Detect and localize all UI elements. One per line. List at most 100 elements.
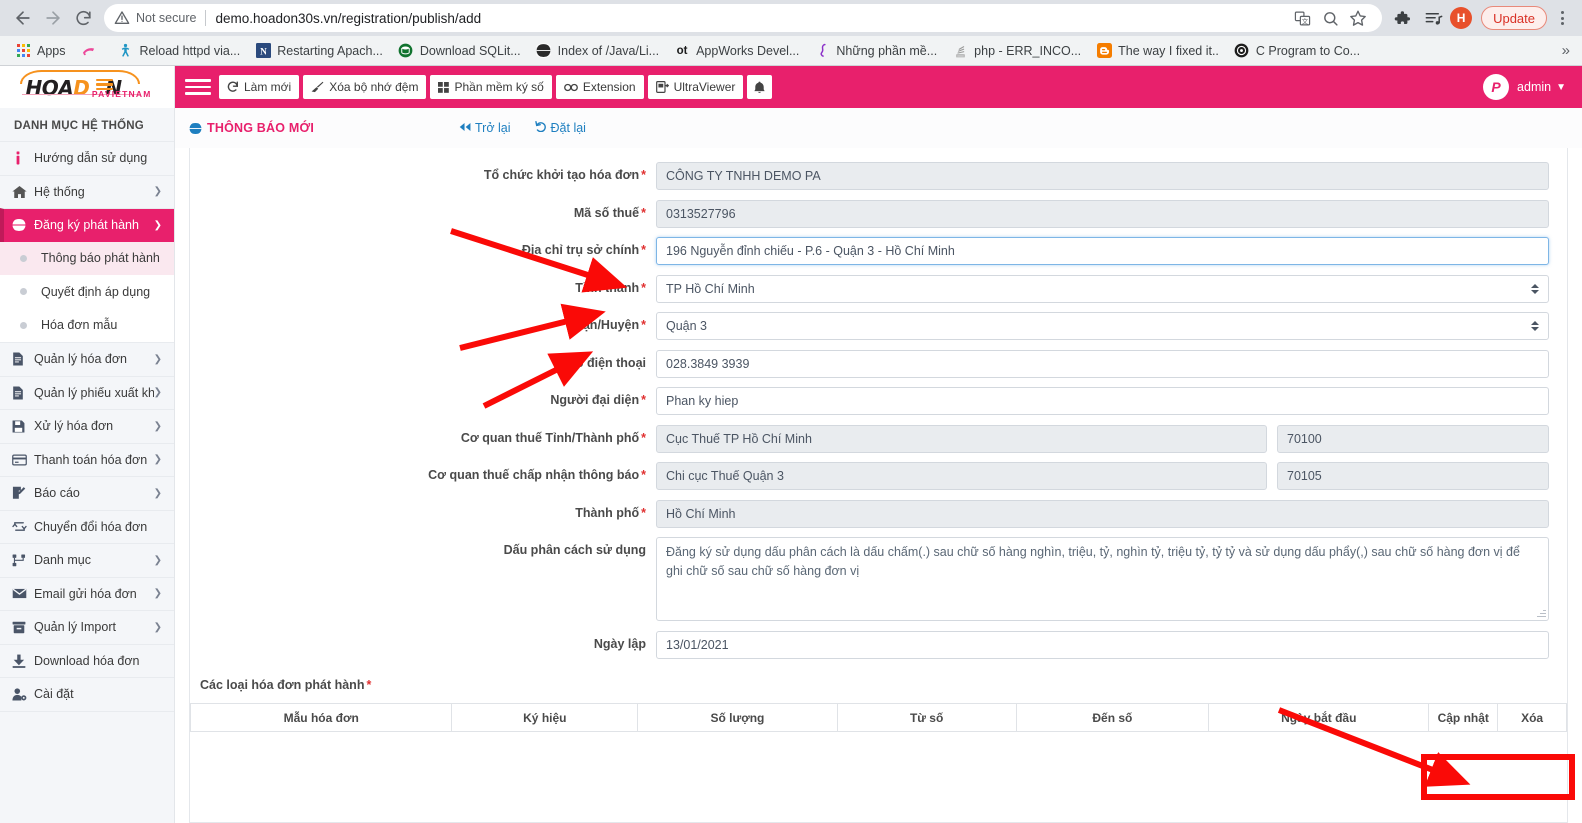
backward-icon <box>459 122 471 135</box>
reset-link[interactable]: Đặt lại <box>534 121 586 135</box>
page-header: THÔNG BÁO MỚI Trở lại Đặt lại <box>175 108 1582 148</box>
bookmark-the-way-i-fixed-it[interactable]: The way I fixed it.. <box>1089 39 1226 63</box>
bookmark-nhung-phan-me[interactable]: Những phần mề... <box>807 39 944 63</box>
bookmark-index-of-java[interactable]: Index of /Java/Li... <box>529 39 666 63</box>
refresh-button[interactable]: Làm mới <box>219 75 300 99</box>
topbar-button-label: Làm mới <box>244 80 292 94</box>
representative-input[interactable]: Phan ky hiep <box>656 387 1549 415</box>
required-marker: * <box>641 205 646 220</box>
required-marker: * <box>641 505 646 520</box>
extension-button[interactable]: Extension <box>555 75 644 99</box>
bookmark-star-icon[interactable] <box>1344 4 1372 32</box>
bookmark-reload-httpd[interactable]: Reload httpd via... <box>111 39 248 63</box>
chrome-action-icons: H Update <box>1388 4 1574 32</box>
ultraviewer-button[interactable]: UltraViewer <box>647 75 744 99</box>
form-row: Cơ quan thuế Tỉnh/Thành phố * Cục Thuế TP… <box>190 424 1567 453</box>
reload-button[interactable] <box>68 3 98 33</box>
clear-cache-button[interactable]: Xóa bộ nhớ đệm <box>303 75 427 99</box>
sidebar-subitem-thong-bao-phat-hanh[interactable]: Thông báo phát hành <box>0 241 174 275</box>
province-tax-authority-code-input[interactable]: 70100 <box>1277 424 1549 453</box>
resize-grip-icon[interactable] <box>1536 608 1546 618</box>
sidebar-item-label: Hệ thống <box>34 184 85 199</box>
update-button[interactable]: Update <box>1481 6 1547 30</box>
table-header-cell: Xóa <box>1497 703 1567 732</box>
address-bar[interactable]: Not secure demo.hoadon30s.vn/registratio… <box>104 4 1383 32</box>
sidebar-item-bao-cao[interactable]: Báo cáo ❯ <box>0 476 174 510</box>
save-icon <box>12 420 34 433</box>
translate-icon[interactable]: 文 <box>1288 4 1316 32</box>
sidebar-caption: DANH MỤC HỆ THỐNG <box>14 120 144 132</box>
district-select[interactable]: Quận 3 <box>656 312 1549 340</box>
bookmark-label: AppWorks Devel... <box>696 43 800 58</box>
target-dark-icon <box>1234 43 1250 59</box>
digital-signature-software-button[interactable]: Phần mềm ký số <box>430 75 552 99</box>
required-marker: * <box>641 243 646 257</box>
bookmark-label: The way I fixed it.. <box>1118 43 1219 58</box>
sidebar-subitem-quyet-dinh-ap-dung[interactable]: Quyết định áp dụng <box>0 275 174 309</box>
sidebar-item-label: Thanh toán hóa đơn <box>34 452 148 467</box>
table-header-row: Mẫu hóa đơn Ký hiệu Số lượng Từ số Đến s… <box>189 703 1567 732</box>
province-select[interactable]: TP Hồ Chí Minh <box>656 274 1549 303</box>
bookmarks-overflow-button[interactable]: » <box>1562 42 1574 59</box>
bookmark-apps[interactable]: Apps <box>8 39 73 63</box>
sidebar-item-thanh-toan-hoa-don[interactable]: Thanh toán hóa đơn ❯ <box>0 442 174 477</box>
brand-logo[interactable]: HOAD N PAVIETNAM <box>0 66 174 108</box>
tax-code-input[interactable]: 0313527796 <box>656 199 1549 228</box>
sidebar-item-xu-ly-hoa-don[interactable]: Xử lý hóa đơn ❯ <box>0 409 174 443</box>
topbar-button-label: Extension <box>582 80 636 94</box>
reset-link-label: Đặt lại <box>550 121 586 135</box>
bookmark-download-sqlite[interactable]: Download SQLit... <box>391 39 528 63</box>
search-icon[interactable] <box>1316 4 1344 32</box>
bookmark-appworks[interactable]: ot AppWorks Devel... <box>667 39 806 63</box>
profile-avatar[interactable]: H <box>1450 7 1473 29</box>
chrome-menu-icon[interactable] <box>1550 4 1574 32</box>
required-marker: * <box>366 678 372 692</box>
ot-text-icon: ot <box>676 44 688 57</box>
organization-name-input[interactable]: CÔNG TY TNHH DEMO PA <box>656 162 1549 190</box>
user-menu[interactable]: P admin ▼ <box>1483 74 1572 100</box>
not-secure-warning-icon <box>114 10 130 26</box>
sidebar-item-label: Quản lý hóa đơn <box>34 352 127 367</box>
creation-date-input[interactable]: 13/01/2021 <box>656 630 1549 659</box>
sidebar-item-danh-muc[interactable]: Danh mục ❯ <box>0 543 174 577</box>
bookmark-php-err[interactable]: php - ERR_INCO... <box>945 39 1088 63</box>
back-link[interactable]: Trở lại <box>459 121 511 135</box>
receiving-tax-authority-code-input[interactable]: 70105 <box>1277 462 1549 490</box>
sidebar-item-huong-dan[interactable]: Hướng dẫn sử dụng <box>0 141 174 175</box>
forward-button[interactable] <box>38 3 68 33</box>
province-tax-authority-input[interactable]: Cục Thuế TP Hồ Chí Minh <box>656 424 1267 453</box>
sidebar-toggle-hamburger-icon[interactable] <box>185 74 211 100</box>
sidebar-item-chuyen-doi-hoa-don[interactable]: Chuyển đổi hóa đơn <box>0 509 174 544</box>
receiving-tax-authority-input[interactable]: Chi cục Thuế Quận 3 <box>656 462 1267 490</box>
sidebar-item-dang-ky-phat-hanh[interactable]: Đăng ký phát hành ❯ <box>0 208 174 242</box>
sidebar-item-he-thong[interactable]: Hệ thống ❯ <box>0 174 174 209</box>
bookmark-pink[interactable] <box>74 39 110 63</box>
field-label: Người đại diện * <box>190 387 656 409</box>
head-office-address-input[interactable]: 196 Nguyễn đỉnh chiếu - P.6 - Quận 3 - H… <box>656 237 1549 265</box>
chevron-down-icon: ▼ <box>1556 81 1566 93</box>
notifications-button[interactable] <box>747 75 773 99</box>
field-label-text: Tỉnh thành <box>575 280 640 295</box>
sidebar-item-cai-dat[interactable]: Cài đặt <box>0 677 174 711</box>
sidebar-item-download-hoa-don[interactable]: Download hóa đơn <box>0 643 174 678</box>
topbar-button-label: Xóa bộ nhớ đệm <box>329 80 419 94</box>
city-input[interactable]: Hồ Chí Minh <box>656 499 1549 528</box>
sidebar-item-quan-ly-hoa-don[interactable]: Quản lý hóa đơn ❯ <box>0 342 174 376</box>
sidebar-subitem-hoa-don-mau[interactable]: Hóa đơn mẫu <box>0 308 174 342</box>
app-shell: HOAD N PAVIETNAM DANH MỤC HỆ THỐNG Hướng … <box>0 66 1582 823</box>
extensions-puzzle-icon[interactable] <box>1388 4 1416 32</box>
separator-description-textarea[interactable]: Đăng ký sử dụng dấu phân cách là dấu chấ… <box>656 537 1549 621</box>
broom-icon <box>311 81 324 93</box>
sidebar-item-quan-ly-phieu-xuat-kho[interactable]: Quản lý phiếu xuất kho ❯ <box>0 375 174 410</box>
back-button[interactable] <box>8 3 38 33</box>
logo-text-d: D <box>73 76 90 100</box>
form-row: Địa chỉ trụ sở chính * 196 Nguyễn đỉnh ch… <box>190 237 1567 265</box>
bookmark-restarting-apache[interactable]: N Restarting Apach... <box>248 39 390 63</box>
bookmark-c-program[interactable]: C Program to Co... <box>1227 39 1367 63</box>
field-label-text: Ngày lập <box>593 636 646 651</box>
phone-number-input[interactable]: 028.3849 3939 <box>656 349 1549 378</box>
logo-subtitle: PAVIETNAM <box>91 89 152 99</box>
sidebar-item-quan-ly-import[interactable]: Quản lý Import ❯ <box>0 610 174 644</box>
media-playlist-icon[interactable] <box>1419 4 1447 32</box>
sidebar-item-email-gui-hoa-don[interactable]: Email gửi hóa đơn ❯ <box>0 576 174 611</box>
